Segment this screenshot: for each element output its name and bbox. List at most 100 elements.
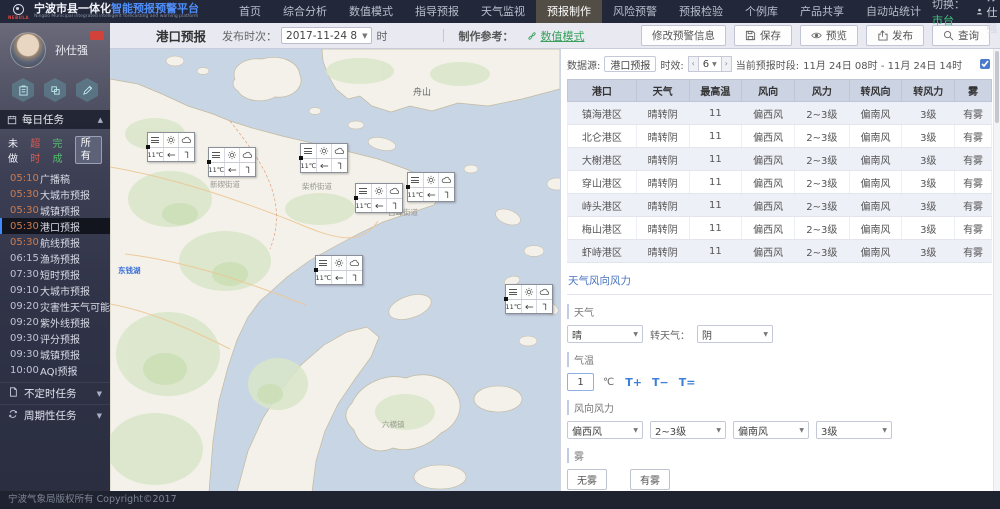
- weather-marker[interactable]: 11℃: [300, 143, 348, 173]
- table-row[interactable]: 峙头港区晴转阴11偏西风2~3级偏南风3级有雾: [568, 194, 992, 217]
- sidebar-section-不定时任务[interactable]: 不定时任务▼: [0, 382, 110, 404]
- menu-icon[interactable]: [506, 285, 522, 299]
- table-cell[interactable]: 3级: [902, 125, 955, 148]
- nav-item-产品共享[interactable]: 产品共享: [789, 0, 855, 23]
- task-item[interactable]: 09:20紫外线预报: [0, 314, 110, 330]
- table-cell[interactable]: 晴转阴: [636, 125, 689, 148]
- nav-item-自动站统计[interactable]: 自动站统计: [855, 0, 932, 23]
- table-cell[interactable]: 晴转阴: [636, 240, 689, 263]
- select-all-checkbox[interactable]: [980, 59, 990, 69]
- table-cell[interactable]: 偏南风: [849, 217, 902, 240]
- nav-item-指导预报[interactable]: 指导预报: [404, 0, 470, 23]
- table-cell[interactable]: 3级: [902, 148, 955, 171]
- table-cell[interactable]: 2~3级: [795, 194, 850, 217]
- table-cell[interactable]: 有雾: [955, 171, 992, 194]
- edit-icon[interactable]: [76, 78, 98, 102]
- table-cell[interactable]: 大榭港区: [568, 148, 637, 171]
- table-cell[interactable]: 11: [689, 125, 742, 148]
- weather-marker[interactable]: 11℃: [208, 147, 256, 177]
- table-row[interactable]: 北仑港区晴转阴11偏西风2~3级偏南风3级有雾: [568, 125, 992, 148]
- table-row[interactable]: 虾峙港区晴转阴11偏西风2~3级偏南风3级有雾: [568, 240, 992, 263]
- table-cell[interactable]: 2~3级: [795, 171, 850, 194]
- table-cell[interactable]: 有雾: [955, 194, 992, 217]
- table-row[interactable]: 穿山港区晴转阴11偏西风2~3级偏南风3级有雾: [568, 171, 992, 194]
- sidebar-section-周期性任务[interactable]: 周期性任务▼: [0, 404, 110, 426]
- table-cell[interactable]: 3级: [902, 102, 955, 125]
- table-cell[interactable]: 11: [689, 194, 742, 217]
- numeric-model-link[interactable]: 数值模式: [527, 28, 584, 44]
- task-item[interactable]: 05:10广播稿: [0, 170, 110, 186]
- table-cell[interactable]: 北仑港区: [568, 125, 637, 148]
- table-cell[interactable]: 11: [689, 148, 742, 171]
- issue-time-select[interactable]: 2017-11-24 8▼: [281, 27, 372, 44]
- switch-value[interactable]: 市台: [932, 14, 954, 27]
- table-cell[interactable]: 偏西风: [742, 171, 795, 194]
- scrollbar-thumb[interactable]: [995, 51, 999, 123]
- table-cell[interactable]: 2~3级: [795, 102, 850, 125]
- weather-marker[interactable]: 11℃: [407, 172, 455, 202]
- clipboard-icon[interactable]: [12, 78, 34, 102]
- temp-tool-T+[interactable]: T+: [625, 376, 642, 389]
- task-item[interactable]: 06:15渔场预报: [0, 250, 110, 266]
- task-filter-完成[interactable]: 完成: [53, 135, 68, 165]
- table-cell[interactable]: 偏西风: [742, 148, 795, 171]
- table-cell[interactable]: 11: [689, 102, 742, 125]
- task-item[interactable]: 05:30大城市预报: [0, 186, 110, 202]
- map-canvas[interactable]: 舟山新碶街道柴桥街道白峰街道六横镇东钱湖11℃11℃11℃11℃11℃11℃11…: [110, 49, 560, 491]
- nav-item-首页[interactable]: 首页: [228, 0, 272, 23]
- table-cell[interactable]: 偏西风: [742, 240, 795, 263]
- 修改预警信息-button[interactable]: 修改预警信息: [641, 25, 726, 46]
- table-cell[interactable]: 镇海港区: [568, 102, 637, 125]
- nav-item-个例库[interactable]: 个例库: [734, 0, 789, 23]
- table-cell[interactable]: 3级: [902, 194, 955, 217]
- temp-tool-T−[interactable]: T−: [652, 376, 669, 389]
- table-cell[interactable]: 有雾: [955, 240, 992, 263]
- table-cell[interactable]: 3级: [902, 240, 955, 263]
- menu-icon[interactable]: [148, 133, 164, 147]
- wind-select[interactable]: 3级▼: [816, 421, 892, 439]
- task-item[interactable]: 05:30城镇预报: [0, 202, 110, 218]
- wind-select[interactable]: 偏南风▼: [733, 421, 809, 439]
- table-row[interactable]: 镇海港区晴转阴11偏西风2~3级偏南风3级有雾: [568, 102, 992, 125]
- table-cell[interactable]: 11: [689, 217, 742, 240]
- task-item[interactable]: 09:30评分预报: [0, 330, 110, 346]
- table-cell[interactable]: 偏南风: [849, 171, 902, 194]
- nav-item-综合分析[interactable]: 综合分析: [272, 0, 338, 23]
- task-filter-超时[interactable]: 超时: [30, 135, 45, 165]
- step-next-button[interactable]: ›: [721, 56, 732, 72]
- table-cell[interactable]: 有雾: [955, 148, 992, 171]
- datasource-input[interactable]: [604, 56, 656, 72]
- table-cell[interactable]: 2~3级: [795, 240, 850, 263]
- table-cell[interactable]: 穿山港区: [568, 171, 637, 194]
- task-item[interactable]: 07:30短时预报: [0, 266, 110, 282]
- menu-icon[interactable]: [209, 148, 225, 162]
- table-cell[interactable]: 3级: [902, 171, 955, 194]
- to-weather-select[interactable]: 阴▼: [697, 325, 773, 343]
- table-cell[interactable]: 梅山港区: [568, 217, 637, 240]
- table-cell[interactable]: 晴转阴: [636, 217, 689, 240]
- weather-marker[interactable]: 11℃: [505, 284, 553, 314]
- scrollbar[interactable]: [993, 49, 1000, 491]
- wind-select[interactable]: 偏西风▼: [567, 421, 643, 439]
- menu-icon[interactable]: [301, 144, 317, 158]
- table-cell[interactable]: 晴转阴: [636, 194, 689, 217]
- avatar[interactable]: [10, 32, 46, 68]
- task-filter-未做[interactable]: 未做: [8, 135, 23, 165]
- 保存-button[interactable]: 保存: [734, 25, 792, 46]
- table-cell[interactable]: 偏南风: [849, 240, 902, 263]
- fog-button-有雾[interactable]: 有雾: [630, 469, 670, 490]
- nav-item-风险预警[interactable]: 风险预警: [602, 0, 668, 23]
- table-row[interactable]: 梅山港区晴转阴11偏西风2~3级偏南风3级有雾: [568, 217, 992, 240]
- task-item[interactable]: 09:10大城市预报: [0, 282, 110, 298]
- weather-marker[interactable]: 11℃: [147, 132, 195, 162]
- user-menu[interactable]: 孙仕强 ▼: [976, 0, 1000, 36]
- layers-icon[interactable]: [44, 78, 66, 102]
- table-cell[interactable]: 晴转阴: [636, 102, 689, 125]
- nav-item-预报制作[interactable]: 预报制作: [536, 0, 602, 23]
- weather-select[interactable]: 晴▼: [567, 325, 643, 343]
- wind-select[interactable]: 2~3级▼: [650, 421, 726, 439]
- table-cell[interactable]: 虾峙港区: [568, 240, 637, 263]
- table-cell[interactable]: 有雾: [955, 217, 992, 240]
- table-cell[interactable]: 2~3级: [795, 125, 850, 148]
- table-cell[interactable]: 偏西风: [742, 125, 795, 148]
